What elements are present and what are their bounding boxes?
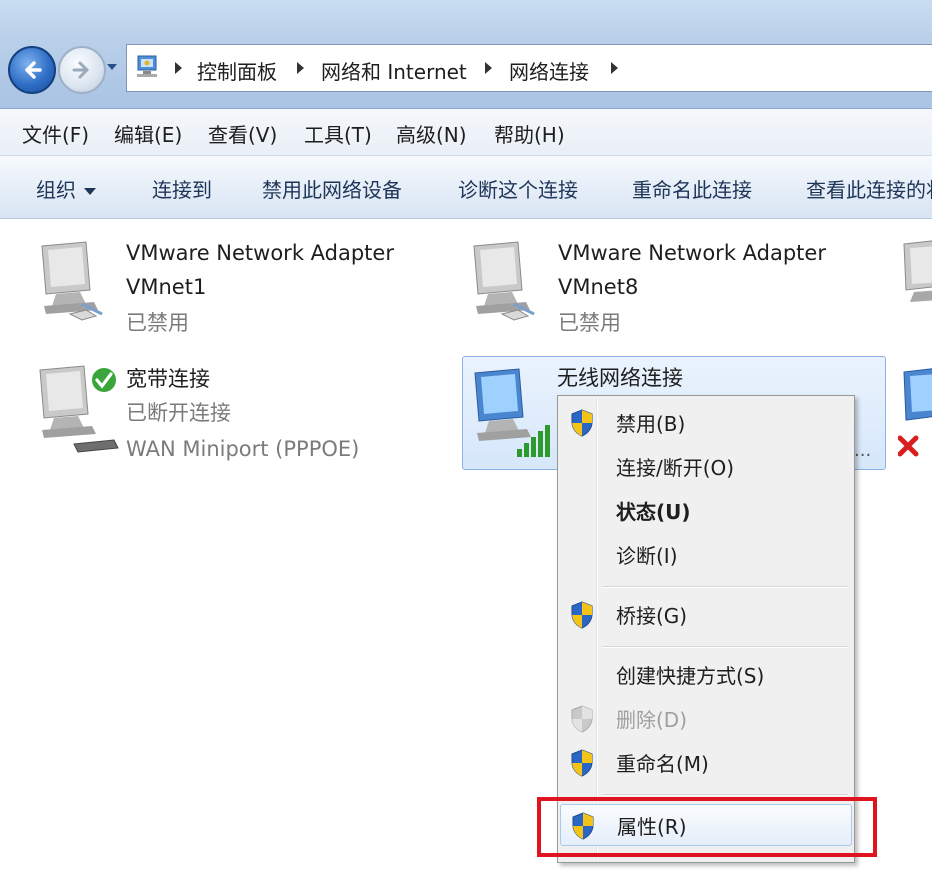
connect-to-button[interactable]: 连接到 — [152, 174, 212, 203]
menu-edit[interactable]: 编辑(E) — [114, 119, 182, 148]
menu-file[interactable]: 文件(F) — [22, 119, 89, 148]
back-button[interactable] — [8, 46, 56, 94]
connection-tile-vmnet1[interactable]: VMware Network Adapter VMnet1 已禁用 — [0, 230, 440, 340]
menu-item-label: 连接/断开(O) — [616, 456, 735, 480]
organize-button[interactable]: 组织 — [36, 174, 96, 203]
chevron-down-icon — [84, 188, 96, 195]
truncated-text-ellipsis: ... — [854, 440, 872, 461]
menu-separator — [602, 646, 848, 648]
menu-item-label: 诊断(I) — [616, 544, 678, 568]
connection-state: 已断开连接 — [126, 401, 231, 425]
organize-label: 组织 — [36, 178, 76, 202]
menu-item-diagnose[interactable]: 诊断(I) — [560, 534, 852, 576]
menu-view[interactable]: 查看(V) — [208, 119, 277, 148]
wired-network-icon[interactable] — [900, 240, 932, 310]
command-bar: 组织 连接到 禁用此网络设备 诊断这个连接 重命名此连接 查看此连接的状 — [0, 156, 932, 219]
connection-device: VMnet1 — [126, 275, 207, 299]
menu-item-create-shortcut[interactable]: 创建快捷方式(S) — [560, 654, 852, 696]
connection-status: 已禁用 — [558, 311, 621, 335]
connection-name: VMware Network Adapter — [126, 241, 394, 265]
wireless-network-icon — [474, 368, 550, 457]
uac-shield-icon — [572, 812, 594, 840]
arrow-right-icon — [72, 61, 89, 79]
menu-item-disable[interactable]: 禁用(B) — [560, 402, 852, 444]
arrow-left-icon — [25, 61, 42, 79]
connection-name: 无线网络连接 — [557, 366, 683, 390]
view-status-button[interactable]: 查看此连接的状 — [806, 174, 932, 203]
menu-help[interactable]: 帮助(H) — [494, 119, 565, 148]
connection-device: WAN Miniport (PPPOE) — [126, 437, 360, 461]
wired-network-icon — [473, 241, 535, 321]
forward-button[interactable] — [58, 46, 106, 94]
connection-tile-broadband[interactable]: 宽带连接 已断开连接 WAN Miniport (PPPOE) — [0, 356, 440, 466]
connection-device: VMnet8 — [558, 275, 639, 299]
menu-item-delete[interactable]: 删除(D) — [560, 698, 852, 740]
connection-tile-vmnet8[interactable]: VMware Network Adapter VMnet8 已禁用 — [440, 230, 890, 340]
connection-name: 宽带连接 — [126, 367, 210, 391]
uac-shield-icon — [571, 705, 593, 733]
menu-item-connect-disconnect[interactable]: 连接/断开(O) — [560, 446, 852, 488]
breadcrumb-control-panel[interactable]: 控制面板 — [197, 56, 277, 85]
menu-item-label: 删除(D) — [616, 708, 688, 732]
uac-shield-icon — [571, 749, 593, 777]
menu-item-label: 重命名(M) — [616, 752, 709, 776]
menu-item-bridge[interactable]: 桥接(G) — [560, 594, 852, 636]
context-menu: 禁用(B) 连接/断开(O) 状态(U) 诊断(I) 桥接(G) 创建快捷方式(… — [557, 395, 855, 863]
breadcrumb-separator-icon[interactable] — [485, 62, 492, 74]
connection-status: 已禁用 — [126, 311, 189, 335]
menu-item-label: 桥接(G) — [616, 604, 688, 628]
diagnose-connection-button[interactable]: 诊断这个连接 — [458, 174, 578, 203]
address-bar[interactable]: 控制面板 网络和 Internet 网络连接 — [126, 44, 932, 92]
menu-separator — [602, 586, 848, 588]
menu-item-label: 状态(U) — [616, 500, 691, 524]
disabled-wireless-icon[interactable] — [898, 366, 932, 466]
breadcrumb-network-connections[interactable]: 网络连接 — [509, 56, 589, 85]
title-bar: 控制面板 网络和 Internet 网络连接 — [0, 0, 932, 109]
menu-bar: 文件(F) 编辑(E) 查看(V) 工具(T) 高级(N) 帮助(H) — [0, 109, 932, 156]
breadcrumb-separator-icon[interactable] — [611, 62, 618, 74]
breadcrumb-separator-icon[interactable] — [297, 62, 304, 74]
uac-shield-icon — [571, 601, 593, 629]
uac-shield-icon — [571, 409, 593, 437]
menu-item-label: 创建快捷方式(S) — [616, 664, 765, 688]
connection-name: VMware Network Adapter — [558, 241, 826, 265]
menu-separator — [602, 794, 848, 796]
menu-item-rename[interactable]: 重命名(M) — [560, 742, 852, 784]
disable-device-button[interactable]: 禁用此网络设备 — [262, 174, 402, 203]
menu-item-status[interactable]: 状态(U) — [560, 490, 852, 532]
menu-tools[interactable]: 工具(T) — [304, 119, 372, 148]
chevron-down-icon[interactable] — [106, 60, 118, 74]
breadcrumb-separator-icon[interactable] — [175, 62, 182, 74]
breadcrumb-network-internet[interactable]: 网络和 Internet — [321, 56, 467, 85]
menu-advanced[interactable]: 高级(N) — [396, 119, 467, 148]
menu-item-label: 属性(R) — [617, 815, 687, 839]
wired-network-icon — [41, 241, 103, 321]
control-panel-icon — [137, 55, 157, 77]
menu-item-properties[interactable]: 属性(R) — [560, 804, 852, 846]
rename-connection-button[interactable]: 重命名此连接 — [632, 174, 752, 203]
broadband-network-icon — [39, 365, 119, 453]
menu-item-label: 禁用(B) — [616, 412, 686, 436]
